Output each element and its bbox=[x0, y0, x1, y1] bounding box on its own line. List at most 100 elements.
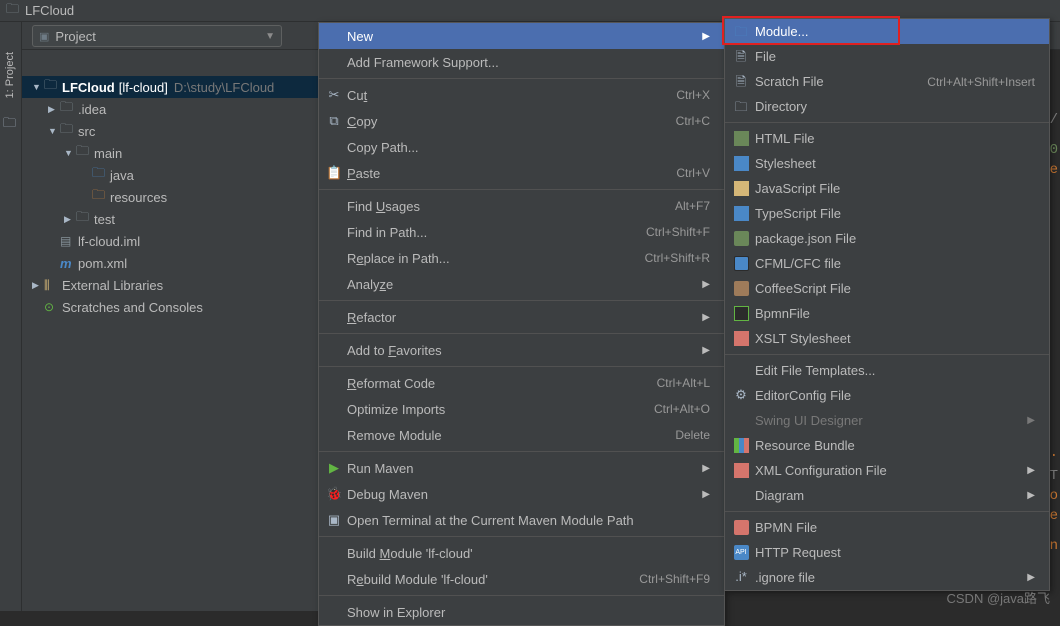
expand-icon[interactable]: ▶ bbox=[64, 214, 76, 225]
menu-item[interactable]: ✂CutCtrl+X bbox=[319, 82, 724, 108]
menu-item[interactable]: BPMN File bbox=[725, 515, 1049, 540]
tree-item[interactable]: ▶▤lf-cloud.iml bbox=[22, 230, 318, 252]
menu-item[interactable]: New▶ bbox=[319, 23, 724, 49]
menu-item[interactable]: JavaScript File bbox=[725, 176, 1049, 201]
menu-label: Analyze bbox=[347, 277, 702, 292]
menu-item[interactable]: Find in Path...Ctrl+Shift+F bbox=[319, 219, 724, 245]
side-tab-project[interactable]: 1: Project bbox=[4, 52, 16, 98]
menu-label: Show in Explorer bbox=[347, 605, 710, 620]
menu-item[interactable]: 📋PasteCtrl+V bbox=[319, 160, 724, 186]
tree-item[interactable]: ▶🗀java bbox=[22, 164, 318, 186]
menu-item[interactable]: 🗎Scratch FileCtrl+Alt+Shift+Insert bbox=[725, 69, 1049, 94]
menu-item[interactable]: Optimize ImportsCtrl+Alt+O bbox=[319, 396, 724, 422]
menu-label: Build Module 'lf-cloud' bbox=[347, 546, 710, 561]
tree-scratches[interactable]: ▶⊙Scratches and Consoles bbox=[22, 296, 318, 318]
menu-item[interactable]: ▣Open Terminal at the Current Maven Modu… bbox=[319, 507, 724, 533]
submenu-arrow-icon: ▶ bbox=[1027, 572, 1035, 583]
file-icon: 🗎 bbox=[733, 73, 749, 95]
api-icon: API bbox=[733, 544, 749, 560]
tree-item[interactable]: ▶mpom.xml bbox=[22, 252, 318, 274]
menu-item[interactable]: Refactor▶ bbox=[319, 304, 724, 330]
tree-item[interactable]: ▼🗀main bbox=[22, 142, 318, 164]
menu-item[interactable]: Show in Explorer bbox=[319, 599, 724, 625]
menu-item[interactable]: Find UsagesAlt+F7 bbox=[319, 193, 724, 219]
menu-item[interactable]: Replace in Path...Ctrl+Shift+R bbox=[319, 245, 724, 271]
new-submenu[interactable]: 🗀Module...🗎File🗎Scratch FileCtrl+Alt+Shi… bbox=[724, 18, 1050, 591]
tree-label: pom.xml bbox=[78, 256, 127, 271]
menu-label: TypeScript File bbox=[755, 206, 1035, 221]
tree-external-libraries[interactable]: ▶⫼External Libraries bbox=[22, 274, 318, 296]
menu-label: Remove Module bbox=[347, 428, 675, 443]
menu-item[interactable]: Reformat CodeCtrl+Alt+L bbox=[319, 370, 724, 396]
folder-icon: 🗀 bbox=[76, 208, 94, 230]
submenu-arrow-icon: ▶ bbox=[702, 31, 710, 42]
menu-separator bbox=[725, 122, 1049, 123]
menu-separator bbox=[725, 354, 1049, 355]
menu-separator bbox=[725, 511, 1049, 512]
menu-item[interactable]: Diagram▶ bbox=[725, 483, 1049, 508]
menu-item[interactable]: 🗎File bbox=[725, 44, 1049, 69]
tree-item[interactable]: ▶🗀.idea bbox=[22, 98, 318, 120]
menu-item[interactable]: ⚙EditorConfig File bbox=[725, 383, 1049, 408]
menu-item[interactable]: CFML/CFC file bbox=[725, 251, 1049, 276]
menu-item[interactable]: Swing UI Designer▶ bbox=[725, 408, 1049, 433]
menu-item[interactable]: Add Framework Support... bbox=[319, 49, 724, 75]
html-icon bbox=[733, 130, 749, 146]
expand-icon[interactable]: ▶ bbox=[48, 104, 60, 115]
menu-item[interactable]: Add to Favorites▶ bbox=[319, 337, 724, 363]
menu-label: Edit File Templates... bbox=[755, 363, 1035, 378]
expand-icon[interactable]: ▼ bbox=[32, 82, 44, 92]
tree-label: src bbox=[78, 124, 95, 139]
menu-label: Run Maven bbox=[347, 461, 702, 476]
tree-item[interactable]: ▼🗀src bbox=[22, 120, 318, 142]
menu-item[interactable]: ⧉CopyCtrl+C bbox=[319, 108, 724, 134]
menu-item[interactable]: Remove ModuleDelete bbox=[319, 422, 724, 448]
paste-icon: 📋 bbox=[326, 165, 342, 181]
menu-label: HTML File bbox=[755, 131, 1035, 146]
menu-item[interactable]: Stylesheet bbox=[725, 151, 1049, 176]
menu-item[interactable]: 🐞Debug Maven▶ bbox=[319, 481, 724, 507]
menu-item[interactable]: HTML File bbox=[725, 126, 1049, 151]
menu-item[interactable]: Build Module 'lf-cloud' bbox=[319, 540, 724, 566]
menu-item[interactable]: APIHTTP Request bbox=[725, 540, 1049, 565]
menu-item[interactable]: Copy Path... bbox=[319, 134, 724, 160]
menu-item[interactable]: ▶Run Maven▶ bbox=[319, 455, 724, 481]
menu-label: Resource Bundle bbox=[755, 438, 1035, 453]
submenu-arrow-icon: ▶ bbox=[702, 279, 710, 290]
menu-item[interactable]: Analyze▶ bbox=[319, 271, 724, 297]
tree-root[interactable]: ▼ 🗀 LFCloud [lf-cloud] D:\study\LFCloud bbox=[22, 76, 318, 98]
gear-icon: ⚙ bbox=[733, 387, 749, 403]
tree-item[interactable]: ▶🗀test bbox=[22, 208, 318, 230]
xslt-icon bbox=[733, 330, 749, 346]
shortcut-label: Delete bbox=[675, 428, 710, 442]
menu-item[interactable]: 🗀Module... bbox=[725, 19, 1049, 44]
project-tree[interactable]: ▼ 🗀 LFCloud [lf-cloud] D:\study\LFCloud … bbox=[22, 50, 318, 611]
file-icon[interactable]: 🗀 bbox=[3, 114, 16, 136]
menu-item[interactable]: TypeScript File bbox=[725, 201, 1049, 226]
submenu-arrow-icon: ▶ bbox=[1027, 415, 1035, 426]
menu-item[interactable]: XSLT Stylesheet bbox=[725, 326, 1049, 351]
menu-item[interactable]: 🗀Directory bbox=[725, 94, 1049, 119]
code-fragment: e bbox=[1050, 508, 1058, 524]
menu-item[interactable]: package.json File bbox=[725, 226, 1049, 251]
project-view-dropdown[interactable]: ▣ Project ▼ bbox=[32, 25, 282, 47]
context-menu[interactable]: New▶Add Framework Support... ✂CutCtrl+X⧉C… bbox=[318, 22, 725, 626]
tree-item[interactable]: ▶🗀resources bbox=[22, 186, 318, 208]
menu-item[interactable]: XML Configuration File▶ bbox=[725, 458, 1049, 483]
scratch-icon: ⊙ bbox=[44, 300, 62, 314]
menu-item[interactable]: .i*.ignore file▶ bbox=[725, 565, 1049, 590]
menu-separator bbox=[319, 366, 724, 367]
expand-icon[interactable]: ▼ bbox=[48, 126, 60, 136]
menu-item[interactable]: Edit File Templates... bbox=[725, 358, 1049, 383]
menu-item[interactable]: BpmnFile bbox=[725, 301, 1049, 326]
side-tab-bar[interactable]: 1: Project 🗀 bbox=[0, 22, 22, 611]
folder-blue-icon: 🗀 bbox=[733, 23, 749, 45]
menu-label: BPMN File bbox=[755, 520, 1035, 535]
menu-item[interactable]: CoffeeScript File bbox=[725, 276, 1049, 301]
expand-icon[interactable]: ▶ bbox=[32, 280, 44, 291]
expand-icon[interactable]: ▼ bbox=[64, 148, 76, 158]
folder-icon: 🗀 bbox=[76, 142, 94, 164]
menu-item[interactable]: Resource Bundle bbox=[725, 433, 1049, 458]
menu-label: Copy Path... bbox=[347, 140, 710, 155]
menu-item[interactable]: Rebuild Module 'lf-cloud'Ctrl+Shift+F9 bbox=[319, 566, 724, 592]
